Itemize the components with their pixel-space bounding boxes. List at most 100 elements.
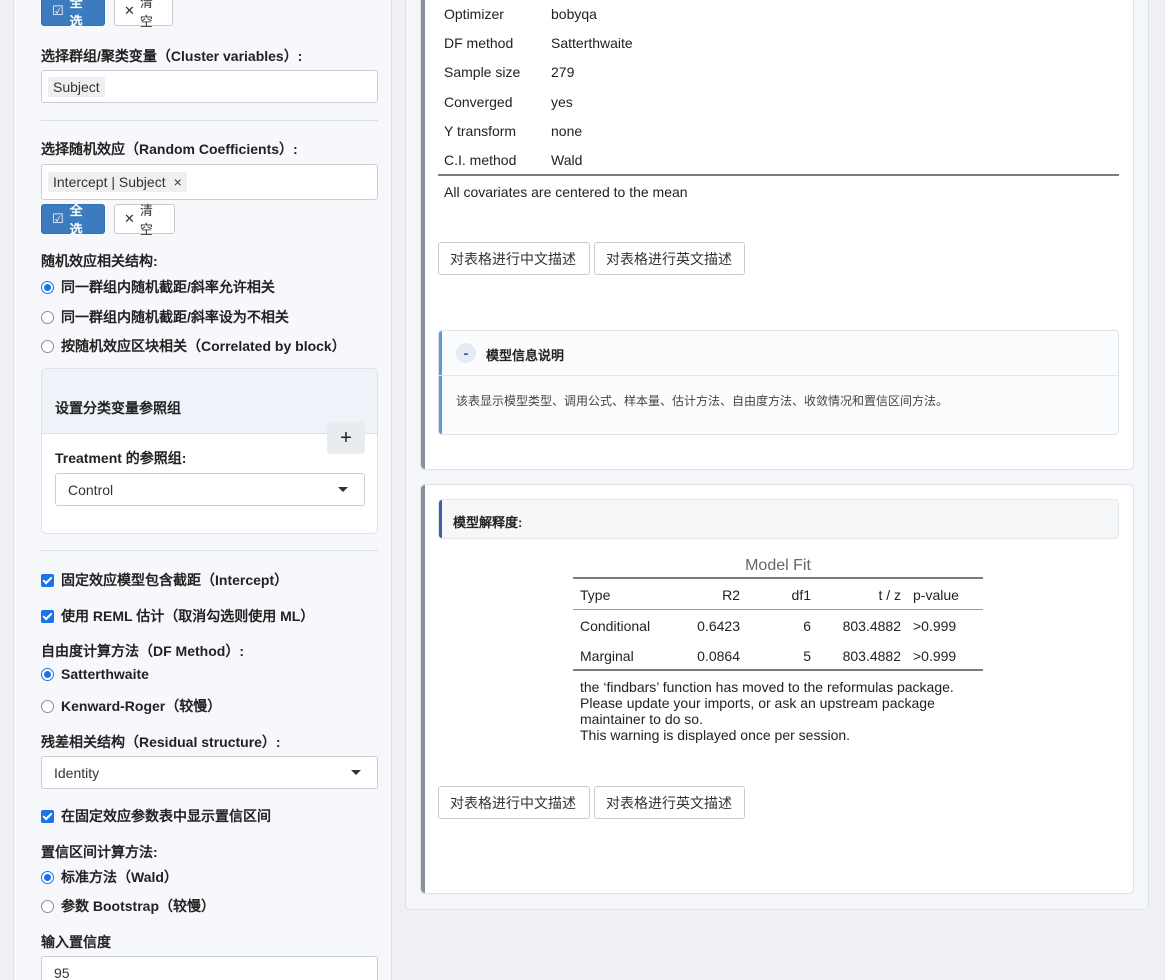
warning-note-line: maintainer to do so. <box>580 711 703 727</box>
radio-corr-uncorrelated[interactable]: 同一群组内随机截距/斜率设为不相关 <box>41 307 289 327</box>
model-info-value: Wald <box>551 152 583 168</box>
model-fit-title: 模型解释度: <box>453 515 523 530</box>
table-cell: Conditional <box>580 618 651 634</box>
confidence-label: 输入置信度 <box>41 934 111 950</box>
reml-checkbox[interactable]: 使用 REML 估计（取消勾选则使用 ML） <box>41 606 314 626</box>
clear-button[interactable]: ✕ 清空 <box>114 0 173 29</box>
model-info-value: Satterthwaite <box>551 35 633 51</box>
cluster-label: 选择群组/聚类变量（Cluster variables）: <box>41 48 303 64</box>
model-info-key: Y transform <box>444 123 517 139</box>
treatment-ref-label: Treatment 的参照组: <box>55 450 187 466</box>
model-info-key: Optimizer <box>444 6 504 22</box>
table-cell: 0.6423 <box>697 618 740 634</box>
radio-selected-icon <box>41 870 54 884</box>
table-cell: 6 <box>803 618 811 634</box>
confidence-input[interactable]: 95 <box>41 956 378 980</box>
intercept-checkbox[interactable]: 固定效应模型包含截距（Intercept） <box>41 570 288 590</box>
table-cell: 5 <box>803 648 811 664</box>
radio-corr-allowed[interactable]: 同一群组内随机截距/斜率允许相关 <box>41 277 275 297</box>
table-cell: 803.4882 <box>842 618 901 634</box>
column-header: R2 <box>722 587 740 603</box>
settings-sidebar: ☑ 全选 ✕ 清空 选择群组/聚类变量（Cluster variables）: Su… <box>13 0 392 980</box>
radio-df-satterthwaite[interactable]: Satterthwaite <box>41 666 149 682</box>
describe-chinese-button[interactable]: 对表格进行中文描述 <box>438 242 590 275</box>
checkbox-checked-icon <box>41 573 54 587</box>
header-accent <box>439 500 442 538</box>
table-cell: 0.0864 <box>697 648 740 664</box>
card-accent <box>421 0 425 469</box>
remove-tag-icon[interactable]: × <box>174 174 182 190</box>
describe-english-button[interactable]: 对表格进行英文描述 <box>594 242 745 275</box>
chevron-down-icon <box>351 770 361 775</box>
column-header: p-value <box>913 587 959 603</box>
model-info-value: yes <box>551 94 573 110</box>
reference-group-card: 设置分类变量参照组 + Treatment 的参照组: Control <box>41 368 378 534</box>
table-cell: 803.4882 <box>842 648 901 664</box>
radio-selected-icon <box>41 667 54 681</box>
show-ci-checkbox[interactable]: 在固定效应参数表中显示置信区间 <box>41 806 271 826</box>
model-info-key: DF method <box>444 35 514 51</box>
treatment-ref-select[interactable]: Control <box>55 473 365 506</box>
table-rule <box>573 609 983 610</box>
table-rule <box>573 669 983 671</box>
select-all-button-2[interactable]: ☑ 全选 <box>41 203 105 237</box>
model-info-key: Sample size <box>444 64 521 80</box>
radio-selected-icon <box>41 280 54 294</box>
column-header: Type <box>580 587 611 603</box>
table-rule <box>573 577 983 579</box>
column-header: df1 <box>791 587 811 603</box>
select-all-button[interactable]: ☑ 全选 <box>41 0 105 29</box>
divider <box>41 550 378 551</box>
residual-structure-select[interactable]: Identity <box>41 756 378 789</box>
table-caption: Model Fit <box>745 557 811 574</box>
cluster-tag: Subject <box>48 77 105 97</box>
radio-ci-bootstrap[interactable]: 参数 Bootstrap（较慢） <box>41 896 215 916</box>
clear-button-2[interactable]: ✕ 清空 <box>114 203 175 237</box>
radio-icon <box>41 899 54 913</box>
card-accent <box>421 485 425 893</box>
radio-corr-block[interactable]: 按随机效应区块相关（Correlated by block） <box>41 336 346 356</box>
table-cell: >0.999 <box>913 648 957 664</box>
df-method-label: 自由度计算方法（DF Method）: <box>41 643 244 659</box>
random-coef-tag: Intercept | Subject × <box>48 172 187 192</box>
radio-icon <box>41 699 54 713</box>
warning-note-line: the ‘findbars’ function has moved to the… <box>580 679 954 695</box>
random-coef-label: 选择随机效应（Random Coefficients）: <box>41 141 298 157</box>
cluster-select[interactable]: Subject <box>41 70 378 103</box>
radio-ci-wald[interactable]: 标准方法（Wald） <box>41 867 178 887</box>
warning-note-line: This warning is displayed once per sessi… <box>580 727 851 743</box>
chevron-down-icon <box>338 487 348 492</box>
explanation-title: 模型信息说明 <box>486 348 565 363</box>
reference-group-title: 设置分类变量参照组 <box>55 400 181 416</box>
divider <box>41 120 378 121</box>
table-cell: >0.999 <box>913 618 957 634</box>
radio-df-kenward-roger[interactable]: Kenward-Roger（较慢） <box>41 696 221 716</box>
describe-english-button-2[interactable]: 对表格进行英文描述 <box>594 786 745 819</box>
model-info-key: Converged <box>444 94 513 110</box>
model-info-explanation: - 模型信息说明 该表显示模型类型、调用公式、样本量、估计方法、自由度方法、收敛… <box>438 330 1119 435</box>
radio-icon <box>41 339 54 353</box>
checkbox-icon: ☑ <box>52 211 64 226</box>
explanation-text: 该表显示模型类型、调用公式、样本量、估计方法、自由度方法、收敛情况和置信区间方法… <box>456 394 949 408</box>
warning-note-line: Please update your imports, or ask an up… <box>580 695 935 711</box>
model-info-key: C.I. method <box>444 152 517 168</box>
random-coef-select[interactable]: Intercept | Subject × <box>41 164 378 200</box>
model-info-value: bobyqa <box>551 6 597 22</box>
describe-chinese-button-2[interactable]: 对表格进行中文描述 <box>438 786 590 819</box>
model-info-value: none <box>551 123 583 139</box>
corr-structure-label: 随机效应相关结构: <box>41 253 158 269</box>
close-icon: ✕ <box>124 211 135 226</box>
close-icon: ✕ <box>124 3 135 18</box>
residual-structure-label: 残差相关结构（Residual structure）: <box>41 734 281 750</box>
column-header: t / z <box>878 587 901 603</box>
checkbox-checked-icon <box>41 609 54 623</box>
model-info-value: 279 <box>551 64 575 80</box>
collapse-toggle-icon[interactable]: - <box>456 343 476 363</box>
expand-plus-button[interactable]: + <box>327 422 365 454</box>
ci-method-label: 置信区间计算方法: <box>41 844 158 860</box>
table-rule <box>438 174 1119 176</box>
model-fit-header: 模型解释度: <box>438 499 1119 539</box>
table-footnote: All covariates are centered to the mean <box>444 184 688 200</box>
radio-icon <box>41 310 54 324</box>
checkbox-icon: ☑ <box>52 3 64 18</box>
